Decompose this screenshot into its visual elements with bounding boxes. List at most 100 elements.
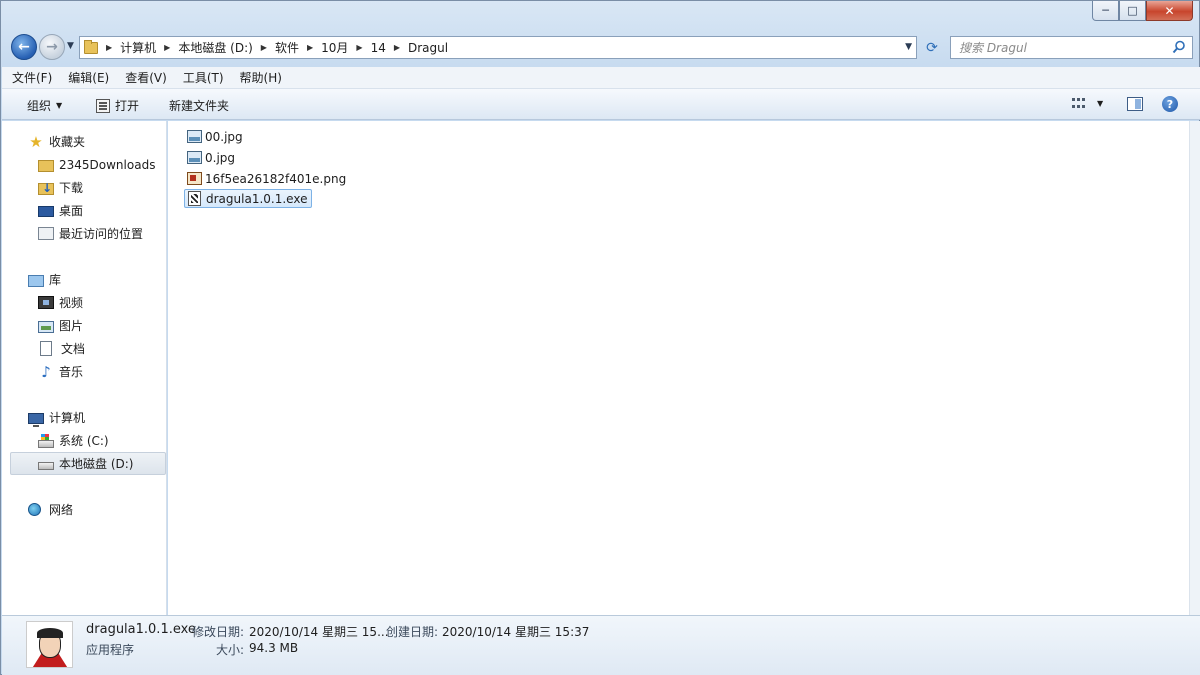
address-bar[interactable]: ▶ 计算机 ▶ 本地磁盘 (D:) ▶ 软件 ▶ 10月 ▶ 14 ▶ Drag… — [79, 36, 917, 59]
breadcrumb-14[interactable]: 14 — [371, 41, 386, 55]
desktop-icon — [38, 206, 54, 217]
explorer-window: ─ □ ✕ ← → ▼ ▶ 计算机 ▶ 本地磁盘 (D:) ▶ 软件 ▶ 10月… — [0, 0, 1200, 675]
jpg-icon — [187, 151, 202, 164]
nav-favorites-label: 收藏夹 — [49, 135, 86, 149]
search-input[interactable] — [951, 37, 1166, 58]
back-button[interactable]: ← — [11, 34, 37, 60]
nav-network[interactable]: 网络 — [2, 498, 167, 521]
nav-favorites[interactable]: ★ 收藏夹 — [2, 130, 167, 153]
back-arrow-icon: ← — [18, 39, 30, 55]
picture-icon — [38, 320, 54, 333]
scrollbar-gutter[interactable] — [1189, 121, 1200, 615]
forward-button[interactable]: → — [39, 34, 65, 60]
chevron-right-icon[interactable]: ▶ — [356, 43, 362, 52]
menu-view[interactable]: 查看(V) — [125, 69, 167, 86]
nav-item-videos[interactable]: 视频 — [2, 291, 167, 314]
nav-item-downloads[interactable]: 下载 — [2, 176, 167, 199]
nav-item-label: 图片 — [59, 319, 84, 333]
window-controls: ─ □ ✕ — [1092, 1, 1193, 21]
details-file-type: 应用程序 — [86, 643, 135, 657]
minimize-button[interactable]: ─ — [1092, 1, 1119, 21]
nav-item-2345downloads[interactable]: 2345Downloads — [2, 153, 167, 176]
details-file-name: dragula1.0.1.exe — [86, 622, 196, 637]
maximize-button[interactable]: □ — [1119, 1, 1146, 21]
file-item-0-jpg[interactable]: 0.jpg — [184, 148, 239, 167]
chevron-right-icon[interactable]: ▶ — [106, 43, 112, 52]
nav-libraries-label: 库 — [49, 273, 62, 287]
organize-button[interactable]: 组织 ▼ — [27, 97, 62, 114]
new-folder-button[interactable]: 新建文件夹 — [169, 97, 229, 114]
help-icon[interactable]: ? — [1162, 96, 1178, 112]
breadcrumb-computer[interactable]: 计算机 — [120, 39, 156, 56]
view-options-icon[interactable] — [1072, 98, 1086, 110]
search-icon[interactable] — [1172, 40, 1186, 54]
navigation-pane: ★ 收藏夹 2345Downloads 下载 桌面 最近访问的位置 库 视频 — [2, 121, 167, 615]
video-icon — [38, 296, 54, 309]
menu-bar: 文件(F) 编辑(E) 查看(V) 工具(T) 帮助(H) — [2, 67, 1200, 89]
nav-item-label: 下载 — [59, 181, 84, 195]
nav-libraries[interactable]: 库 — [2, 268, 167, 291]
downloads-folder-icon — [38, 181, 54, 195]
forward-arrow-icon: → — [46, 39, 58, 55]
breadcrumb-dragul[interactable]: Dragul — [408, 41, 448, 55]
open-label: 打开 — [115, 99, 140, 113]
file-list: 00.jpg 0.jpg 16f5ea26182f401e.png dragul… — [168, 121, 1189, 615]
chevron-right-icon[interactable]: ▶ — [261, 43, 267, 52]
nav-computer[interactable]: 计算机 — [2, 406, 167, 429]
minimize-icon: ─ — [1102, 4, 1109, 17]
details-modified-label: 修改日期: — [192, 625, 245, 639]
address-dropdown-icon[interactable]: ▼ — [905, 42, 912, 52]
file-name: 00.jpg — [205, 129, 243, 144]
computer-icon — [28, 412, 44, 427]
chevron-down-icon: ▼ — [56, 101, 63, 110]
chevron-right-icon[interactable]: ▶ — [164, 43, 170, 52]
png-icon — [187, 172, 202, 185]
open-icon — [96, 98, 110, 113]
nav-item-label: 本地磁盘 (D:) — [59, 457, 134, 471]
nav-item-recent-places[interactable]: 最近访问的位置 — [2, 222, 167, 245]
nav-item-desktop[interactable]: 桌面 — [2, 199, 167, 222]
music-icon: ♪ — [41, 362, 51, 381]
menu-tools[interactable]: 工具(T) — [183, 69, 224, 86]
jpg-icon — [187, 130, 202, 143]
library-icon — [28, 274, 44, 287]
nav-item-label: 最近访问的位置 — [59, 227, 144, 241]
file-name: dragula1.0.1.exe — [206, 191, 308, 206]
refresh-button[interactable]: ⟳ — [921, 37, 943, 58]
nav-item-system-c[interactable]: 系统 (C:) — [2, 429, 167, 452]
recent-places-icon — [38, 227, 54, 240]
open-button[interactable]: 打开 — [96, 97, 139, 114]
new-folder-label: 新建文件夹 — [169, 99, 230, 113]
nav-network-label: 网络 — [49, 503, 74, 517]
history-dropdown-icon[interactable]: ▼ — [67, 41, 74, 51]
breadcrumb-d-drive[interactable]: 本地磁盘 (D:) — [178, 39, 252, 56]
nav-item-documents[interactable]: 文档 — [2, 337, 167, 360]
menu-file[interactable]: 文件(F) — [12, 69, 52, 86]
nav-item-label: 2345Downloads — [59, 157, 156, 172]
preview-pane-icon[interactable] — [1127, 97, 1143, 111]
nav-computer-label: 计算机 — [49, 411, 86, 425]
search-box — [950, 36, 1193, 59]
exe-icon — [188, 191, 201, 206]
nav-item-pictures[interactable]: 图片 — [2, 314, 167, 337]
close-button[interactable]: ✕ — [1146, 1, 1193, 21]
nav-item-local-disk-d[interactable]: 本地磁盘 (D:) — [10, 452, 166, 475]
nav-item-label: 视频 — [59, 296, 84, 310]
file-item-dragula-exe[interactable]: dragula1.0.1.exe — [184, 189, 313, 208]
file-item-png[interactable]: 16f5ea26182f401e.png — [184, 169, 350, 188]
view-dropdown-icon[interactable]: ▼ — [1097, 99, 1103, 108]
breadcrumb-october[interactable]: 10月 — [321, 39, 348, 56]
nav-item-label: 音乐 — [59, 365, 84, 379]
file-name: 16f5ea26182f401e.png — [205, 171, 347, 186]
menu-edit[interactable]: 编辑(E) — [68, 69, 109, 86]
breadcrumb-software[interactable]: 软件 — [275, 39, 299, 56]
chevron-right-icon[interactable]: ▶ — [307, 43, 313, 52]
star-icon: ★ — [29, 132, 43, 151]
file-item-00-jpg[interactable]: 00.jpg — [184, 127, 247, 146]
chevron-right-icon[interactable]: ▶ — [394, 43, 400, 52]
menu-help[interactable]: 帮助(H) — [240, 69, 282, 86]
nav-item-music[interactable]: ♪ 音乐 — [2, 360, 167, 383]
address-row: ← → ▼ ▶ 计算机 ▶ 本地磁盘 (D:) ▶ 软件 ▶ 10月 ▶ 14 … — [9, 33, 1193, 61]
nav-item-label: 系统 (C:) — [59, 434, 109, 448]
system-drive-icon — [38, 433, 54, 448]
